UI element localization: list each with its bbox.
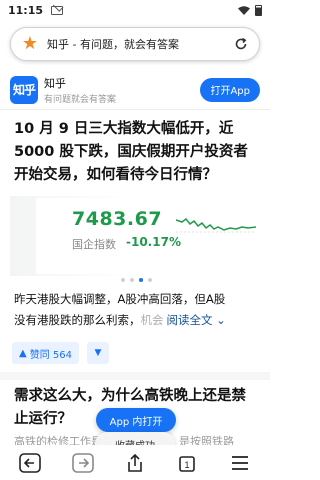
open-app-button[interactable]: 打开App bbox=[200, 77, 260, 102]
banner-title: 知乎 bbox=[44, 76, 66, 90]
share-button[interactable] bbox=[120, 448, 150, 478]
downvote-button[interactable]: ▼ bbox=[86, 342, 109, 364]
read-more-label: 阅读全文 bbox=[166, 313, 213, 327]
index-name: 国企指数 bbox=[72, 238, 116, 251]
hamburger-menu-icon bbox=[231, 455, 248, 470]
banner-text: 知乎 有问题就会有答案 bbox=[44, 75, 116, 105]
upvote-arrow-icon: ▲ bbox=[19, 347, 27, 359]
wifi-icon bbox=[238, 5, 250, 15]
banner-subtitle: 有问题就会有答案 bbox=[44, 94, 117, 105]
index-change: -10.17% bbox=[126, 235, 181, 249]
carousel-slide[interactable]: 7483.67 国企指数 -10.17% bbox=[10, 196, 262, 276]
status-indicators bbox=[238, 4, 262, 16]
upvote-button[interactable]: ▲ 赞同 564 bbox=[12, 342, 79, 364]
feed-divider bbox=[0, 372, 270, 380]
open-in-app-button[interactable]: App 内打开 bbox=[96, 408, 176, 432]
tabs-count-icon: 1 bbox=[179, 455, 196, 472]
forward-arrow-icon bbox=[71, 452, 94, 473]
zhihu-logo: 知乎 bbox=[10, 75, 38, 104]
chevron-down-icon: ⌄ bbox=[216, 313, 226, 327]
url-text[interactable]: 知乎 - 有问题，就会有答案 bbox=[47, 36, 233, 52]
carousel-dots bbox=[10, 278, 262, 282]
carousel-dot[interactable] bbox=[147, 278, 152, 282]
address-bar[interactable]: ★ 知乎 - 有问题，就会有答案 bbox=[10, 27, 260, 61]
image-carousel[interactable]: 7483.67 国企指数 -10.17% bbox=[10, 196, 262, 288]
carousel-dot[interactable] bbox=[138, 278, 143, 282]
app-download-banner: 知乎 知乎 有问题就会有答案 打开App bbox=[0, 70, 270, 110]
excerpt-line-2: 没有港股跌的那么利索， 机会 阅读全文 ⌄ bbox=[14, 310, 260, 331]
question-title[interactable]: 10 月 9 日三大指数大幅低开，近 5000 股下跌，国庆假期开户投资者开始交… bbox=[14, 118, 260, 187]
menu-button[interactable] bbox=[225, 448, 255, 478]
status-time: 11:15 bbox=[8, 3, 44, 17]
carousel-dot[interactable] bbox=[120, 278, 125, 282]
back-arrow-icon bbox=[19, 452, 41, 473]
forward-button[interactable] bbox=[68, 448, 98, 478]
browser-bottom-nav: 1 bbox=[0, 445, 270, 480]
upvote-label: 赞同 564 bbox=[29, 349, 72, 361]
share-icon bbox=[128, 453, 142, 472]
tabs-button[interactable]: 1 bbox=[172, 448, 202, 478]
excerpt-line-1: 昨天港股大幅调整，A股冲高回落，但A股 bbox=[14, 292, 226, 306]
stock-index-card: 7483.67 国企指数 -10.17% bbox=[36, 198, 262, 274]
reload-icon[interactable] bbox=[233, 36, 249, 52]
back-button[interactable] bbox=[15, 448, 45, 478]
bookmark-star-icon[interactable]: ★ bbox=[21, 35, 39, 53]
battery-icon bbox=[255, 4, 262, 16]
excerpt-faded-text: 机会 bbox=[140, 313, 164, 327]
mail-notification-icon bbox=[51, 5, 64, 15]
index-value: 7483.67 bbox=[72, 208, 163, 230]
vote-row: ▲ 赞同 564 ▼ bbox=[12, 342, 109, 364]
status-bar: 11:15 bbox=[0, 0, 270, 20]
answer-excerpt[interactable]: 昨天港股大幅调整，A股冲高回落，但A股 没有港股跌的那么利索， 机会 阅读全文 … bbox=[14, 289, 260, 331]
read-more-link[interactable]: 阅读全文 ⌄ bbox=[167, 310, 226, 331]
excerpt-text: 没有港股跌的那么利索， bbox=[14, 313, 141, 327]
svg-text:1: 1 bbox=[185, 460, 190, 470]
sparkline-graphic bbox=[176, 217, 256, 233]
carousel-dot[interactable] bbox=[129, 278, 134, 282]
downvote-arrow-icon: ▼ bbox=[94, 348, 102, 358]
